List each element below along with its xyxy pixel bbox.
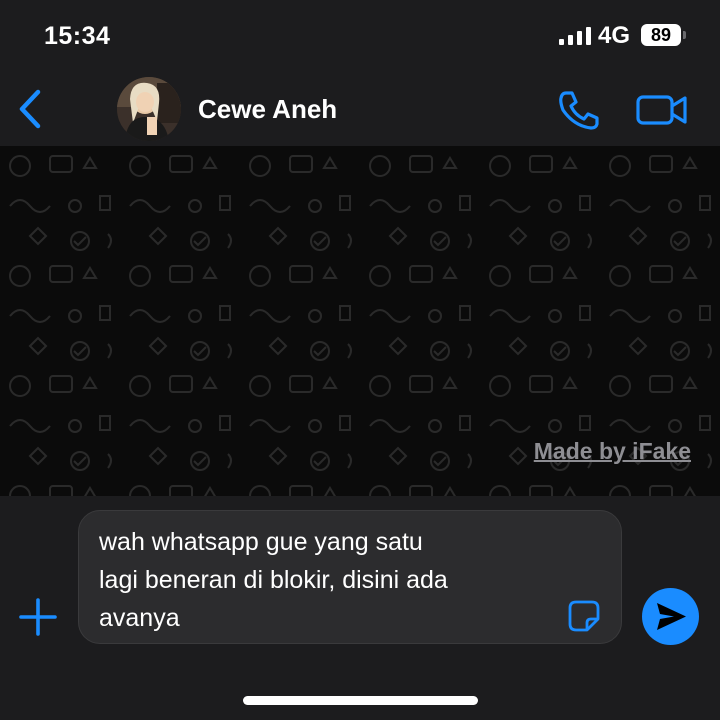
message-input[interactable]: wah whatsapp gue yang satu lagi beneran … [78, 510, 622, 644]
whatsapp-chat-screen: 15:34 4G 89 Cewe Aneh Made by iFake wah … [0, 0, 720, 720]
plus-icon[interactable] [19, 598, 57, 636]
video-camera-icon[interactable] [636, 94, 688, 126]
battery-icon: 89 [641, 24, 681, 46]
network-type: 4G [598, 22, 631, 49]
watermark-link[interactable]: Made by iFake [534, 438, 691, 465]
sticker-icon[interactable] [567, 599, 601, 633]
home-indicator [243, 696, 478, 705]
back-chevron-icon[interactable] [14, 88, 46, 130]
send-button[interactable] [642, 588, 699, 645]
composer-bar: wah whatsapp gue yang satu lagi beneran … [0, 496, 720, 720]
signal-bars-icon [559, 27, 591, 45]
status-time: 15:34 [44, 22, 111, 50]
battery-tip [683, 31, 686, 39]
chat-wallpaper: Made by iFake [0, 146, 720, 496]
status-bar: 15:34 4G 89 [0, 0, 720, 70]
chat-header: Cewe Aneh [0, 70, 720, 146]
contact-name[interactable]: Cewe Aneh [198, 94, 337, 125]
message-input-text[interactable]: wah whatsapp gue yang satu lagi beneran … [99, 523, 539, 637]
phone-icon[interactable] [558, 90, 600, 130]
send-icon [657, 603, 686, 630]
avatar[interactable] [117, 77, 181, 141]
